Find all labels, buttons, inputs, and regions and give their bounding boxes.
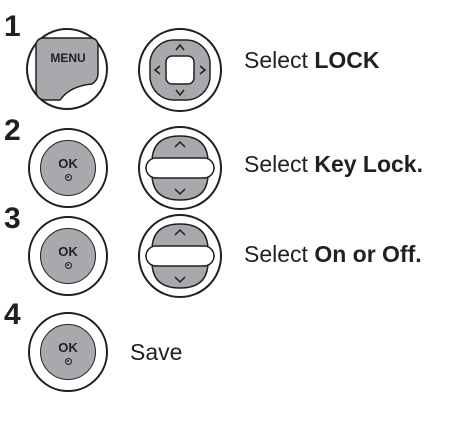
step-4-number: 4 (4, 298, 21, 331)
ok-label-text: OK (58, 340, 78, 355)
step-4-instruction: Save (130, 341, 182, 364)
ok-dot-icon (64, 358, 72, 365)
step-4-instruction-prefix: Save (130, 339, 183, 365)
step-3-instruction-prefix: Select (244, 241, 315, 267)
step-3-instruction-bold: On or Off. (314, 241, 422, 267)
step-3-instruction: Select On or Off. (244, 243, 422, 266)
ok-button-label: OK (48, 341, 88, 365)
